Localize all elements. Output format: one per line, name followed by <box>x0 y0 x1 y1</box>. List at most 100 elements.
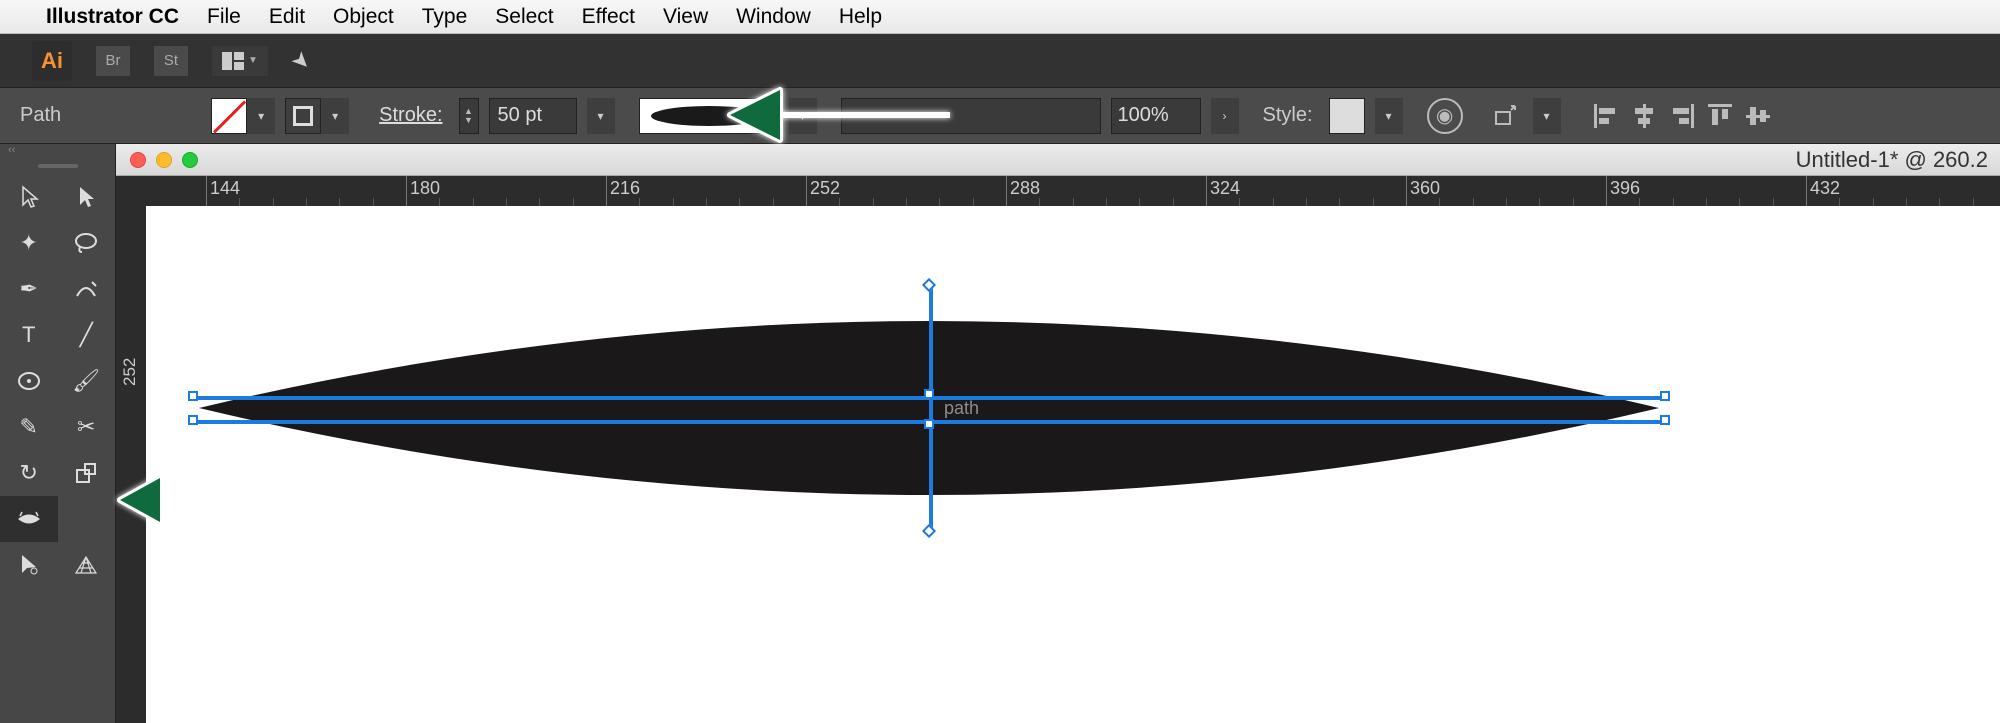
ellipse-tool[interactable] <box>0 358 58 404</box>
window-close-button[interactable] <box>130 152 146 168</box>
style-dropdown[interactable]: ▾ <box>1375 98 1403 134</box>
arrange-documents-button[interactable]: ▼ <box>212 46 268 76</box>
step-down-icon: ▼ <box>464 116 473 125</box>
stroke-dropdown[interactable]: ▾ <box>321 98 349 134</box>
selection-tool[interactable] <box>0 174 58 220</box>
align-left-icon <box>1594 104 1618 128</box>
control-bar: Path ▾ ▾ Stroke: ▲▼ ▾ ▾ › Style: ▾ ◉ ▾ <box>0 87 2000 144</box>
menu-window[interactable]: Window <box>736 5 811 29</box>
perspective-icon <box>74 555 98 575</box>
selection-handle[interactable] <box>1660 415 1670 425</box>
style-label: Style: <box>1263 104 1313 127</box>
selection-handle[interactable] <box>188 415 198 425</box>
app-logo: Ai <box>32 41 72 81</box>
shape-builder-icon <box>18 553 40 577</box>
selection-handle[interactable] <box>188 391 198 401</box>
rotate-tool[interactable]: ↻ <box>0 450 58 496</box>
menu-view[interactable]: View <box>663 5 708 29</box>
width-anchor[interactable] <box>922 278 936 292</box>
app-top-bar: Ai Br St ▼ ➤ <box>0 34 2000 87</box>
collapse-panel-icon[interactable]: ‹‹ <box>0 144 115 164</box>
document-window: Untitled-1* @ 260.2 14418021625228832436… <box>116 144 2000 723</box>
panel-grip-icon[interactable] <box>38 164 78 168</box>
gpu-performance-icon[interactable]: ➤ <box>286 45 317 76</box>
transform-dropdown[interactable]: ▾ <box>1533 98 1561 134</box>
arrange-icon <box>222 52 244 70</box>
width-anchor[interactable] <box>922 524 936 538</box>
window-zoom-button[interactable] <box>182 152 198 168</box>
align-left-button[interactable] <box>1591 101 1621 131</box>
canvas[interactable]: path <box>146 206 2000 723</box>
opacity-input[interactable] <box>1111 98 1201 134</box>
document-title: Untitled-1* @ 260.2 <box>1796 147 1988 173</box>
stroke-label[interactable]: Stroke: <box>379 104 442 127</box>
bridge-chip[interactable]: Br <box>96 46 130 76</box>
annotation-arrow <box>720 60 980 175</box>
selection-type-label: Path <box>20 104 61 127</box>
align-group <box>1591 101 1773 131</box>
align-hcenter-button[interactable] <box>1629 101 1659 131</box>
align-top-icon <box>1708 104 1732 128</box>
opacity-dropdown[interactable]: › <box>1211 98 1239 134</box>
selection-handle[interactable] <box>1660 391 1670 401</box>
magic-wand-tool[interactable]: ✦ <box>0 220 58 266</box>
menu-file[interactable]: File <box>207 5 241 29</box>
path-hint-label: path <box>944 398 979 419</box>
recolor-artwork-button[interactable]: ◉ <box>1427 98 1463 134</box>
width-handle[interactable] <box>924 419 934 429</box>
pen-tool[interactable]: ✒ <box>0 266 58 312</box>
menu-select[interactable]: Select <box>495 5 553 29</box>
scale-icon <box>75 462 97 484</box>
align-vcenter-button[interactable] <box>1743 101 1773 131</box>
menu-object[interactable]: Object <box>333 5 394 29</box>
graphic-style-swatch[interactable] <box>1329 98 1365 134</box>
align-top-button[interactable] <box>1705 101 1735 131</box>
lasso-tool[interactable] <box>58 220 116 266</box>
align-vcenter-icon <box>1746 104 1770 128</box>
ellipse-icon <box>17 370 41 392</box>
align-hcenter-icon <box>1632 104 1656 128</box>
direct-selection-tool[interactable] <box>58 174 116 220</box>
stroke-weight-stepper[interactable]: ▲▼ <box>459 98 479 134</box>
direct-selection-icon <box>76 185 96 209</box>
selection-center-vertical <box>929 286 933 530</box>
menu-effect[interactable]: Effect <box>582 5 635 29</box>
scale-tool[interactable] <box>58 450 116 496</box>
transform-panel-button[interactable] <box>1487 98 1523 134</box>
fill-dropdown[interactable]: ▾ <box>247 98 275 134</box>
line-segment-tool[interactable]: ╱ <box>58 312 116 358</box>
lasso-icon <box>74 232 98 254</box>
width-handle[interactable] <box>924 389 934 399</box>
selection-icon <box>19 185 39 209</box>
stroke-weight-input[interactable] <box>489 98 577 134</box>
scissors-tool[interactable]: ✂ <box>58 404 116 450</box>
width-tool-icon <box>16 508 42 530</box>
curvature-tool[interactable] <box>58 266 116 312</box>
chevron-down-icon: ▼ <box>248 55 258 66</box>
align-right-button[interactable] <box>1667 101 1697 131</box>
tools-panel: ‹‹ ✦ ✒ T ╱ 🖌 ✎ ✂ ↻ <box>0 144 116 723</box>
annotation-arrow <box>110 450 320 555</box>
ruler-v-tick: 252 <box>120 358 140 386</box>
align-right-icon <box>1670 104 1694 128</box>
transform-icon <box>1493 104 1517 128</box>
document-titlebar: Untitled-1* @ 260.2 <box>116 144 2000 176</box>
window-minimize-button[interactable] <box>156 152 172 168</box>
pencil-tool[interactable]: ✎ <box>0 404 58 450</box>
perspective-grid-tool[interactable] <box>58 542 116 588</box>
paintbrush-tool[interactable]: 🖌 <box>58 358 116 404</box>
type-tool[interactable]: T <box>0 312 58 358</box>
stock-chip[interactable]: St <box>154 46 188 76</box>
horizontal-ruler[interactable]: 144180216252288324360396432 <box>116 176 2000 206</box>
shape-builder-tool[interactable] <box>0 542 58 588</box>
app-name[interactable]: Illustrator CC <box>46 5 179 29</box>
stroke-swatch[interactable] <box>285 98 321 134</box>
macos-menubar: Illustrator CC File Edit Object Type Sel… <box>0 0 2000 34</box>
menu-type[interactable]: Type <box>422 5 468 29</box>
menu-edit[interactable]: Edit <box>269 5 305 29</box>
stroke-weight-dropdown[interactable]: ▾ <box>587 98 615 134</box>
fill-swatch[interactable] <box>211 98 247 134</box>
menu-help[interactable]: Help <box>839 5 882 29</box>
curvature-icon <box>74 278 98 300</box>
width-tool[interactable] <box>0 496 58 542</box>
